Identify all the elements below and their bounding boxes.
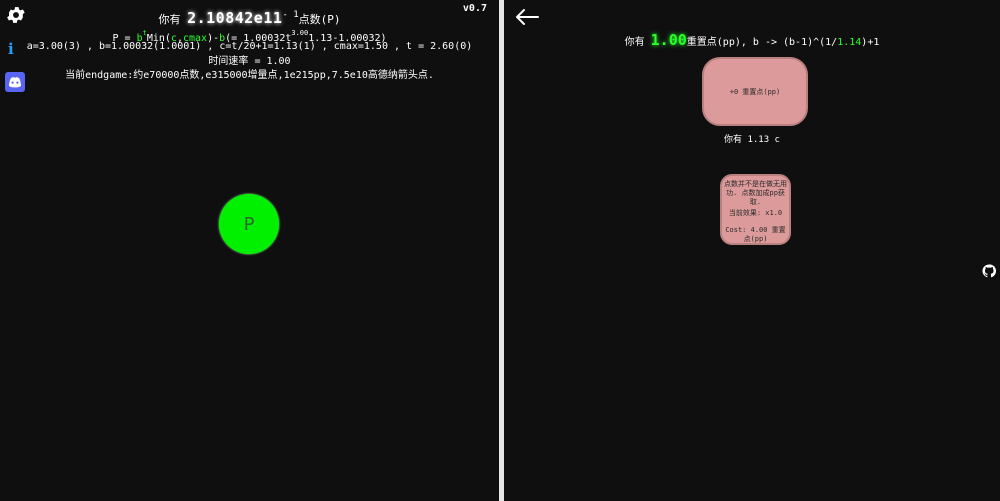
points-exponent: - 1 <box>282 10 299 20</box>
upgrade-effect: 当前效果: x1.0 <box>728 209 783 217</box>
reset-prefix: 你有 <box>624 37 645 48</box>
time-rate-line: 时间速率 = 1.00 <box>208 56 291 67</box>
reset-points-display: 你有 1.00重置点(pp), b -> (b-1)^(1/1.14)+1 <box>504 31 1000 49</box>
p-button[interactable]: P <box>219 194 279 254</box>
variables-line: a=3.00(3) , b=1.00032(1.0001) , c=t/20+1… <box>26 41 473 52</box>
reset-formula-end: )+1 <box>861 37 880 48</box>
pp-value: 1.00 <box>650 31 687 49</box>
formula-exponent: 3.00 <box>291 29 309 37</box>
c-amount: 你有 1.13 c <box>724 135 780 145</box>
upgrade-cost: Cost: 4.00 重置点(pp) <box>725 226 786 243</box>
github-icon[interactable] <box>982 263 997 282</box>
upgrade-card[interactable]: 点数并不是在做无用功. 点数加成pp获取. 当前效果: x1.0 Cost: 4… <box>720 174 791 245</box>
endgame-line: 当前endgame:约e70000点数,e315000增量点,1e215pp,7… <box>65 70 434 81</box>
upgrade-description: 点数并不是在做无用功. 点数加成pp获取. <box>724 180 787 206</box>
right-pane: 你有 1.00重置点(pp), b -> (b-1)^(1/1.14)+1 +0… <box>504 0 1000 501</box>
reset-button[interactable]: +0 重置点(pp) <box>702 57 808 126</box>
points-prefix: 你有 <box>158 13 181 26</box>
reset-formula: 重置点(pp), b -> (b-1)^(1/ <box>686 37 838 48</box>
left-pane: i v0.7 你有 2.10842e11- 1点数(P) P = btMin(c… <box>0 0 499 501</box>
points-value: 2.10842e11 <box>187 9 283 27</box>
reset-formula-exponent: 1.14 <box>837 37 862 48</box>
back-arrow-icon[interactable] <box>514 7 540 31</box>
points-suffix: 点数(P) <box>298 13 341 26</box>
points-display: 你有 2.10842e11- 1点数(P) <box>0 9 499 27</box>
